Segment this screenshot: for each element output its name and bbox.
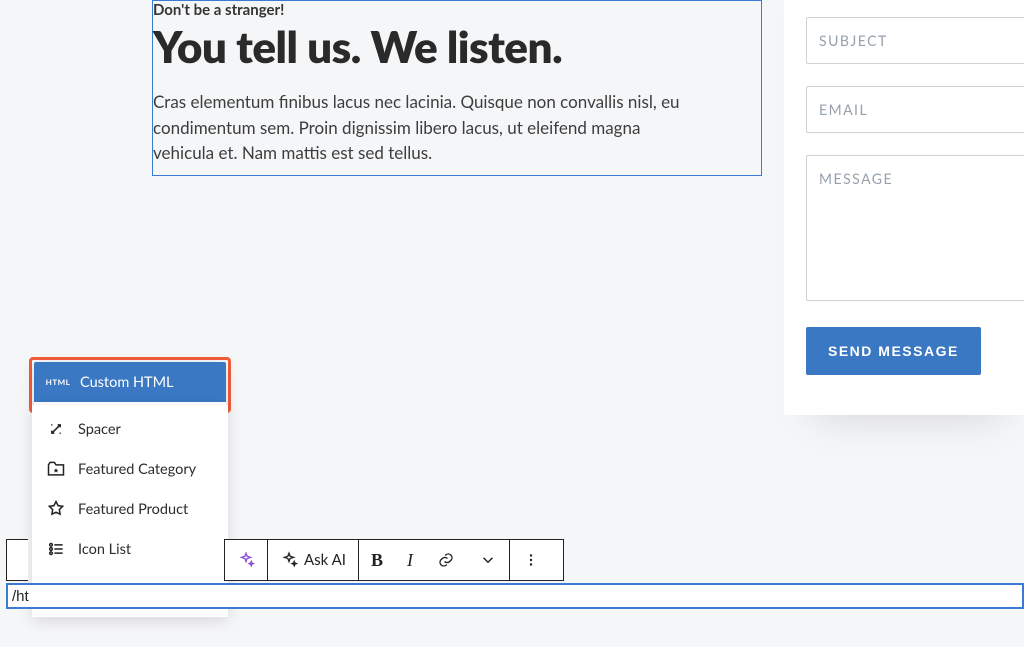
featured-category-icon [46,459,66,479]
send-message-button[interactable]: SEND MESSAGE [806,327,981,375]
slash-command-region[interactable] [6,583,1024,609]
picker-item-label: Featured Product [78,501,188,518]
ask-ai-label: Ask AI [304,551,346,569]
ai-sparkle-button[interactable] [225,540,267,580]
text-block-selected[interactable]: Don't be a stranger! You tell us. We lis… [152,0,762,176]
slash-command-input[interactable] [8,585,1022,607]
italic-button[interactable]: I [395,540,425,580]
picker-item-label: Spacer [78,421,121,438]
format-toolbar: Ask AI B I [224,539,564,581]
picker-item-featured-product[interactable]: Featured Product [32,489,228,529]
picker-item-spacer[interactable]: Spacer [32,409,228,449]
spacer-icon [46,419,66,439]
bold-button[interactable]: B [359,540,395,580]
ask-ai-button[interactable]: Ask AI [268,540,358,580]
picker-item-label: Custom HTML [80,374,174,391]
body-text: Cras elementum finibus lacus nec lacinia… [153,89,693,166]
link-button[interactable] [425,540,467,580]
html-icon: HTML [48,372,68,392]
icon-list-icon [46,539,66,559]
picker-item-label: Icon List [78,541,131,558]
subject-field[interactable] [806,17,1024,64]
message-field[interactable] [806,155,1024,301]
headline-text: You tell us. We listen. [153,23,761,71]
overflow-menu-button[interactable] [510,540,552,580]
subheading-text: Don't be a stranger! [153,1,761,19]
toolbar-left-stub [6,539,28,581]
picker-item-featured-category[interactable]: Featured Category [32,449,228,489]
picker-item-label: Featured Category [78,461,196,478]
editor-canvas: Don't be a stranger! You tell us. We lis… [0,0,1024,647]
picker-item-icon-list[interactable]: Icon List [32,529,228,569]
featured-product-icon [46,499,66,519]
picker-item-custom-html[interactable]: HTML Custom HTML [34,362,226,402]
email-field[interactable] [806,86,1024,133]
more-formats-button[interactable] [467,540,509,580]
contact-form-panel: SEND MESSAGE [784,0,1024,415]
